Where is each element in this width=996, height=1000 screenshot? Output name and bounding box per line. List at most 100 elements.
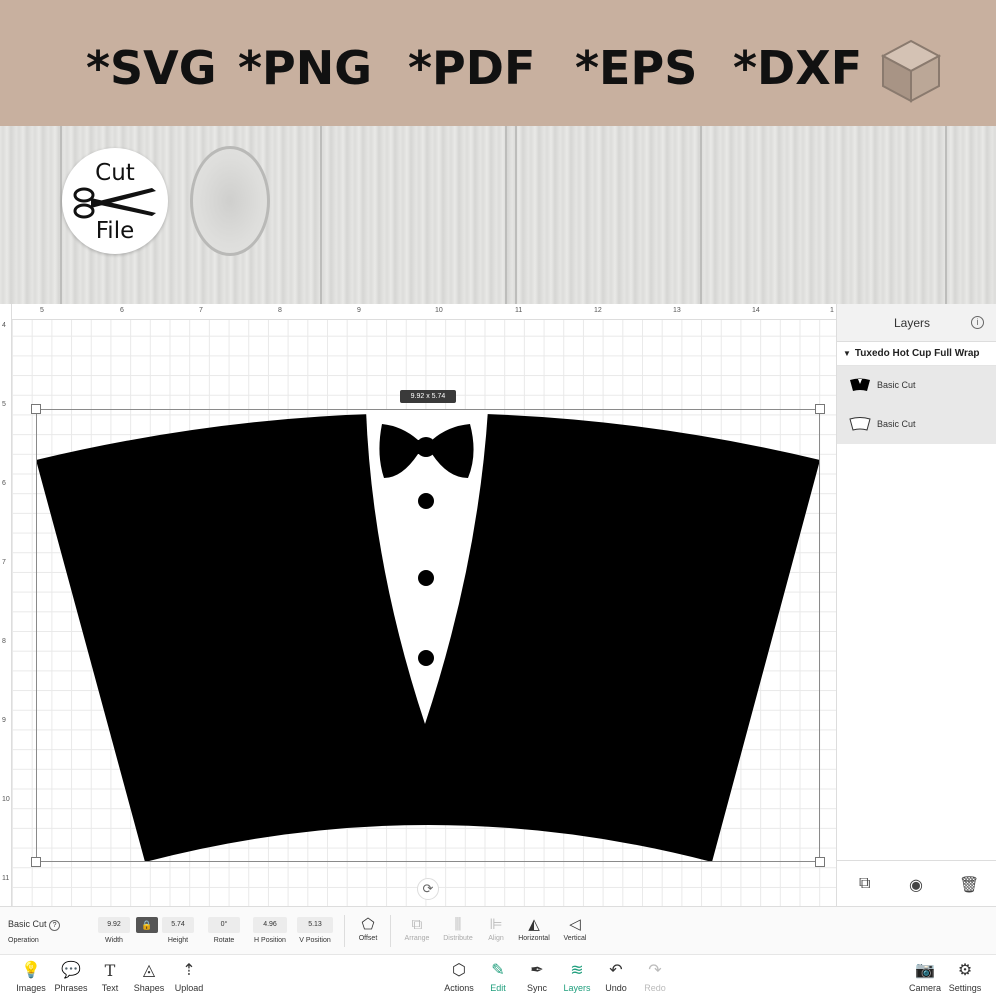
tuxedo-thumbnail-icon <box>850 378 870 391</box>
resize-handle-bottom-left[interactable] <box>31 857 41 867</box>
height-caption: Height <box>167 937 189 944</box>
phrases-button[interactable]: 💬 Phrases <box>49 959 93 993</box>
phrases-label: Phrases <box>54 983 88 993</box>
text-button[interactable]: T Text <box>88 959 132 993</box>
layer-actions-bar: ⧉ ◉ 🗑 <box>837 860 996 906</box>
actions-icon: ⬡ <box>452 962 466 979</box>
layer-item-label: Basic Cut <box>877 419 916 429</box>
cut-file-badge: Cut File <box>62 148 168 254</box>
text-icon: T <box>104 961 116 980</box>
resize-handle-top-right[interactable] <box>815 404 825 414</box>
sync-button[interactable]: ✒ Sync <box>515 959 559 993</box>
layer-group-name: Tuxedo Hot Cup Full Wrap <box>854 348 980 359</box>
edit-label: Edit <box>490 983 506 993</box>
text-label: Text <box>101 983 119 993</box>
operation-control[interactable]: Basic Cut ? Operation <box>8 907 78 955</box>
images-button[interactable]: 💡 Images <box>9 959 53 993</box>
shapes-button[interactable]: ◬ Shapes <box>127 959 171 993</box>
offset-icon: ⬠ <box>361 916 375 933</box>
3d-box-icon <box>880 39 942 103</box>
resize-handle-top-left[interactable] <box>31 404 41 414</box>
cup-outline-thumbnail-icon <box>849 417 871 431</box>
operation-value[interactable]: Basic Cut <box>8 919 47 929</box>
flip-vertical-icon: ◁ <box>569 916 581 933</box>
width-control[interactable]: 9.92 Width <box>98 907 130 955</box>
format-pdf: *PDF <box>408 41 536 95</box>
undo-button[interactable]: ↶ Undo <box>594 959 638 993</box>
shapes-label: Shapes <box>133 983 165 993</box>
layers-panel: Layers i ▼ Tuxedo Hot Cup Full Wrap Basic… <box>836 304 996 906</box>
wood-knot <box>190 146 270 256</box>
scissors-icon <box>73 187 156 219</box>
selection-box[interactable] <box>36 409 820 862</box>
layer-group-row[interactable]: ▼ Tuxedo Hot Cup Full Wrap <box>837 342 996 366</box>
undo-label: Undo <box>605 983 627 993</box>
operation-caption: Operation <box>8 937 39 944</box>
h-position-input[interactable]: 4.96 <box>253 917 287 933</box>
width-caption: Width <box>105 937 123 944</box>
width-input[interactable]: 9.92 <box>98 917 130 933</box>
settings-button[interactable]: ⚙ Settings <box>943 959 987 993</box>
divider <box>390 915 391 947</box>
rotate-control[interactable]: 0° Rotate <box>208 907 240 955</box>
resize-handle-bottom-right[interactable] <box>815 857 825 867</box>
eye-icon[interactable]: ◉ <box>909 875 923 895</box>
edit-icon: ✎ <box>491 962 505 979</box>
rotate-caption: Rotate <box>213 937 235 944</box>
properties-bar: Basic Cut ? Operation 9.92 Width 🔒 5.74 … <box>0 906 996 954</box>
flip-vertical-label: Vertical <box>563 935 587 942</box>
layers-title: Layers <box>893 316 931 330</box>
v-position-caption: V Position <box>299 937 331 944</box>
chevron-down-icon[interactable]: ▼ <box>843 349 851 358</box>
trash-icon[interactable]: 🗑 <box>959 875 979 895</box>
rotate-handle-icon[interactable]: ⟳ <box>417 878 439 900</box>
format-svg: *SVG <box>86 41 217 95</box>
offset-button[interactable]: ⬠ Offset <box>343 915 393 942</box>
actions-button[interactable]: ⬡ Actions <box>437 959 481 993</box>
format-banner: *SVG *PNG *PDF *EPS *DXF <box>0 0 996 126</box>
rotate-input[interactable]: 0° <box>208 917 240 933</box>
h-position-control[interactable]: 4.96 H Position <box>253 907 287 955</box>
images-label: Images <box>16 983 46 993</box>
redo-icon: ↷ <box>648 962 662 979</box>
layer-item[interactable]: Basic Cut <box>837 405 996 444</box>
gear-icon: ⚙ <box>957 962 973 979</box>
layers-header: Layers i <box>837 304 996 342</box>
upload-button[interactable]: ⇡ Upload <box>167 959 211 993</box>
layers-button[interactable]: ≋ Layers <box>555 959 599 993</box>
shapes-icon: ◬ <box>142 962 156 979</box>
duplicate-icon[interactable]: ⧉ <box>859 875 870 893</box>
offset-label: Offset <box>358 935 378 942</box>
height-control[interactable]: 5.74 Height <box>162 907 194 955</box>
lock-icon[interactable]: 🔒 <box>136 917 158 933</box>
lock-ratio-button[interactable]: 🔒 <box>136 907 158 955</box>
format-eps: *EPS <box>575 41 698 95</box>
camera-icon: 📷 <box>915 962 935 979</box>
v-position-control[interactable]: 5.13 V Position <box>297 907 333 955</box>
undo-icon: ↶ <box>609 962 623 979</box>
format-dxf: *DXF <box>733 41 863 95</box>
design-canvas[interactable]: 5 6 7 8 9 10 11 12 13 14 1 4 5 6 7 8 9 1… <box>0 304 836 906</box>
sync-label: Sync <box>526 983 547 993</box>
layers-icon: ≋ <box>570 962 584 979</box>
badge-cut-label: Cut <box>95 160 135 186</box>
info-icon[interactable]: i <box>971 316 984 329</box>
layers-label: Layers <box>563 983 591 993</box>
camera-button[interactable]: 📷 Camera <box>903 959 947 993</box>
flip-vertical-button[interactable]: ◁ Vertical <box>550 915 600 942</box>
lightbulb-icon: 💡 <box>21 962 41 979</box>
height-input[interactable]: 5.74 <box>162 917 194 933</box>
color-sync-icon: ✒ <box>530 962 544 979</box>
redo-button[interactable]: ↷ Redo <box>633 959 677 993</box>
v-position-input[interactable]: 5.13 <box>297 917 333 933</box>
help-icon[interactable]: ? <box>49 920 61 931</box>
upload-label: Upload <box>174 983 204 993</box>
badge-file-label: File <box>95 218 135 244</box>
layer-item[interactable]: Basic Cut <box>837 366 996 405</box>
camera-label: Camera <box>908 983 941 993</box>
redo-label: Redo <box>644 983 666 993</box>
layer-item-label: Basic Cut <box>877 380 916 390</box>
upload-icon: ⇡ <box>182 962 196 979</box>
settings-label: Settings <box>948 983 982 993</box>
edit-button[interactable]: ✎ Edit <box>476 959 520 993</box>
